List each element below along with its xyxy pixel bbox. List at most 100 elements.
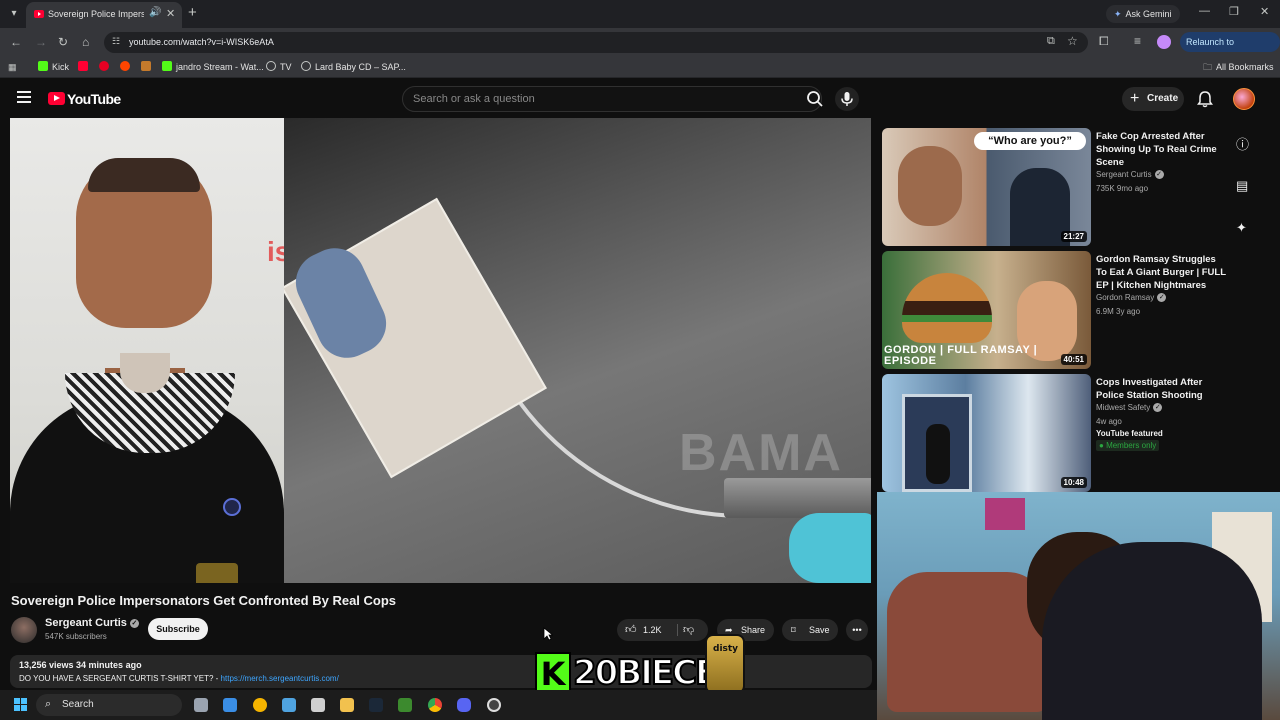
bookmark-label: Kick (52, 62, 70, 72)
thumbnail-burger (902, 273, 992, 343)
taskbar-search[interactable]: ⌕ Search (36, 694, 182, 716)
tab-search-icon[interactable]: ▾ (6, 6, 22, 22)
forward-icon[interactable]: → (35, 34, 47, 50)
search-input[interactable]: Search or ask a question (402, 86, 822, 112)
energy-cans-sticker: disty (705, 634, 745, 694)
browser-tab-active[interactable]: Sovereign Police Impersonat 🔊 ✕ (26, 2, 182, 28)
recommendation-card[interactable]: GORDON | FULL RAMSAY | EPISODE 40:51 Gor… (882, 251, 1242, 369)
subscribe-button[interactable]: Subscribe (148, 618, 208, 640)
views-and-age: 13,256 views 34 minutes ago (19, 660, 142, 670)
recommendation-channel[interactable]: Midwest Safety ✓ (1096, 403, 1163, 412)
recommendation-thumbnail[interactable]: “Who are you?” 21:27 (882, 128, 1091, 246)
ai-sparkle-icon[interactable]: ✦ (1236, 220, 1247, 236)
video-player[interactable]: is BAMA (10, 118, 871, 583)
video-duration: 10:48 (1060, 477, 1087, 488)
site-info-icon[interactable]: ☷ (112, 36, 120, 47)
recommendation-channel-text[interactable]: Sergeant Curtis (1096, 170, 1152, 179)
recommendation-title[interactable]: Fake Cop Arrested After Showing Up To Re… (1096, 130, 1226, 169)
ask-gemini-button[interactable]: ✦ Ask Gemini (1106, 5, 1180, 23)
bookmark-item[interactable]: TV (266, 60, 292, 74)
discord-icon[interactable] (457, 698, 471, 712)
close-window-button[interactable]: ✕ (1260, 5, 1269, 18)
media-controls-icon[interactable]: ≡ (1134, 34, 1141, 48)
info-icon[interactable]: ⓘ (1236, 134, 1249, 153)
thumbs-down-icon[interactable]: 👎︎ (683, 619, 694, 641)
windows-start-icon[interactable] (14, 698, 28, 712)
thumbs-up-icon[interactable]: 👍︎ (625, 619, 637, 641)
file-explorer-icon[interactable] (340, 698, 354, 712)
recommendation-title[interactable]: Cops Investigated After Police Station S… (1096, 376, 1226, 402)
recommendation-channel-text[interactable]: Midwest Safety (1096, 403, 1150, 412)
task-view-icon[interactable] (194, 698, 208, 712)
settings-icon[interactable] (487, 698, 501, 712)
search-icon[interactable] (806, 90, 824, 108)
recommendation-card[interactable]: “Who are you?” 21:27 Fake Cop Arrested A… (882, 128, 1242, 246)
recommendation-card[interactable]: 10:48 Cops Investigated After Police Sta… (882, 374, 1242, 492)
host-pin (223, 498, 241, 516)
bookmark-item[interactable] (120, 60, 134, 74)
hamburger-menu-icon[interactable] (17, 91, 31, 103)
tab-close-icon[interactable]: ✕ (166, 7, 175, 20)
account-avatar[interactable] (1233, 88, 1255, 110)
url-text[interactable]: youtube.com/watch?v=i-WISK6eAtA (129, 37, 274, 47)
description-text: DO YOU HAVE A SERGEANT CURTIS T-SHIRT YE… (19, 674, 221, 683)
weather-icon[interactable] (253, 698, 267, 712)
widgets-icon[interactable] (223, 698, 237, 712)
audio-playing-icon[interactable]: 🔊 (149, 7, 161, 18)
video-title: Sovereign Police Impersonators Get Confr… (11, 593, 397, 608)
background-sign: is (267, 236, 284, 267)
xbox-icon[interactable] (398, 698, 412, 712)
restore-button[interactable]: ❐ (1229, 5, 1239, 18)
create-button[interactable]: + Create (1122, 87, 1184, 111)
channel-avatar[interactable] (11, 617, 37, 643)
remote-desktop-icon[interactable] (282, 698, 296, 712)
recommendation-thumbnail[interactable]: 10:48 (882, 374, 1091, 492)
pinterest-icon (99, 61, 109, 71)
back-icon[interactable]: ← (10, 34, 22, 50)
minimize-button[interactable]: — (1199, 5, 1210, 17)
bookmark-item[interactable]: Lard Baby CD – SAP... (301, 60, 406, 74)
globe-icon (301, 61, 311, 71)
notifications-bell-icon[interactable] (1197, 90, 1213, 108)
youtube-logo-icon[interactable] (48, 92, 65, 105)
wall-poster (985, 498, 1025, 530)
profile-avatar-small[interactable] (1157, 35, 1171, 49)
channel-name-text[interactable]: Sergeant Curtis (45, 617, 127, 629)
merch-link[interactable]: https://merch.sergeantcurtis.com/ (221, 674, 339, 683)
install-app-icon[interactable]: ⧉ (1047, 35, 1055, 48)
bookmark-item[interactable]: jandro Stream - Wat... (162, 60, 264, 74)
more-actions-button[interactable]: ••• (846, 619, 868, 641)
recommendation-channel[interactable]: Sergeant Curtis ✓ (1096, 170, 1164, 179)
apps-grid-icon[interactable]: ▦ (8, 60, 17, 74)
reload-icon[interactable]: ↻ (58, 34, 68, 50)
recommendation-channel[interactable]: Gordon Ramsay ✓ (1096, 293, 1167, 302)
recommendation-thumbnail[interactable]: GORDON | FULL RAMSAY | EPISODE 40:51 (882, 251, 1091, 369)
members-only-badge: ● Members only (1096, 440, 1160, 451)
recommendation-title[interactable]: Gordon Ramsay Struggles To Eat A Giant B… (1096, 253, 1226, 292)
chrome-icon[interactable] (428, 698, 442, 712)
steam-icon[interactable] (369, 698, 383, 712)
relaunch-update-button[interactable]: Relaunch to update⋮ (1180, 32, 1280, 67)
save-button[interactable]: ⌑ Save (782, 619, 838, 641)
chat-icon[interactable]: ▤ (1236, 178, 1248, 194)
ask-gemini-label: Ask Gemini (1125, 9, 1172, 19)
recommendation-channel-text[interactable]: Gordon Ramsay (1096, 293, 1154, 302)
bookmark-item[interactable] (99, 60, 113, 74)
channel-name[interactable]: Sergeant Curtis ✓ (45, 617, 139, 629)
streamer (1042, 542, 1262, 720)
home-icon[interactable]: ⌂ (82, 34, 89, 50)
bookmark-star-icon[interactable]: ☆ (1067, 34, 1078, 48)
bookmark-label: jandro Stream - Wat... (176, 62, 264, 72)
address-bar[interactable]: ☷ youtube.com/watch?v=i-WISK6eAtA ⧉ ☆ (104, 32, 1088, 53)
bookmark-item[interactable]: Kick (38, 60, 69, 74)
like-count[interactable]: 1.2K (643, 619, 662, 641)
new-tab-button[interactable]: + (188, 5, 197, 21)
thumbnail-caption: “Who are you?” (974, 132, 1086, 150)
all-bookmarks-button[interactable]: 🗀 All Bookmarks (1203, 60, 1274, 74)
bookmark-item[interactable] (78, 60, 92, 74)
youtube-logo-text[interactable]: YouTube (67, 91, 121, 107)
calculator-icon[interactable] (311, 698, 325, 712)
extensions-icon[interactable]: ⧠ (1099, 34, 1109, 49)
voice-search-button[interactable] (835, 87, 859, 111)
bookmark-item[interactable] (141, 60, 155, 74)
